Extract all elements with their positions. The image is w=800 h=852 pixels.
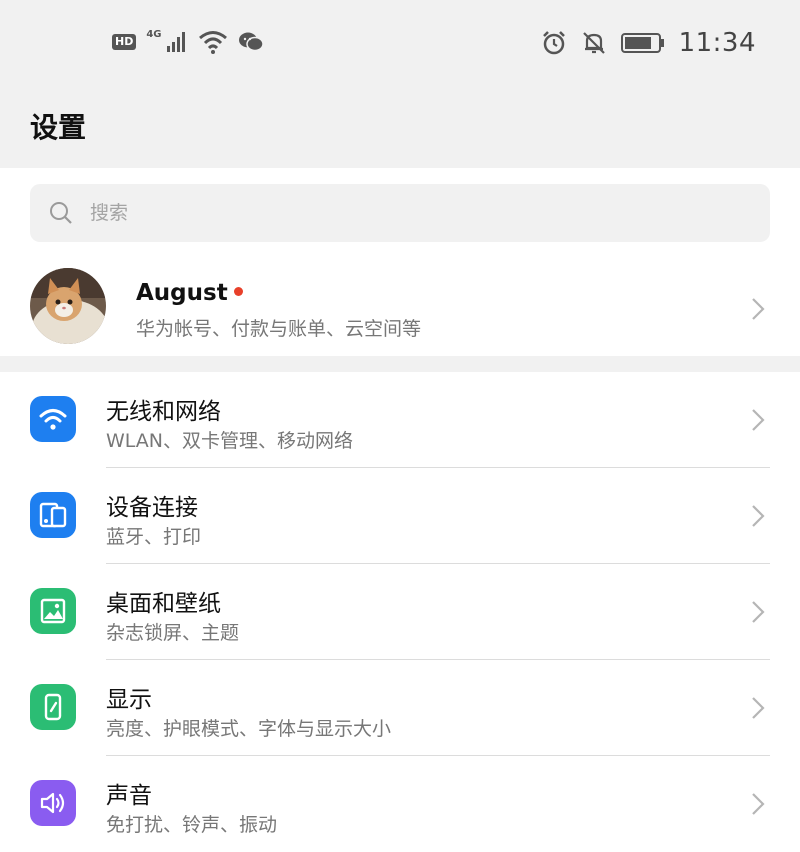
setting-subtitle: WLAN、双卡管理、移动网络 xyxy=(106,430,354,452)
hd-badge: HD xyxy=(112,34,137,50)
setting-sound[interactable]: 声音 免打扰、铃声、振动 xyxy=(0,756,800,852)
notification-dot xyxy=(233,287,243,296)
setting-wireless-network[interactable]: 无线和网络 WLAN、双卡管理、移动网络 xyxy=(0,372,800,468)
settings-list: 无线和网络 WLAN、双卡管理、移动网络 设备连接 蓝牙、打印 桌面和壁纸 杂志… xyxy=(0,372,800,852)
setting-subtitle: 亮度、护眼模式、字体与显示大小 xyxy=(106,718,392,740)
network-type: 4G xyxy=(146,28,162,40)
setting-device-connection[interactable]: 设备连接 蓝牙、打印 xyxy=(0,468,800,564)
account-row[interactable]: August 华为帐号、付款与账单、云空间等 xyxy=(0,262,800,354)
setting-subtitle: 免打扰、铃声、振动 xyxy=(106,814,278,836)
avatar xyxy=(30,268,106,344)
setting-home-wallpaper[interactable]: 桌面和壁纸 杂志锁屏、主题 xyxy=(0,564,800,660)
search-input[interactable] xyxy=(88,201,692,225)
wechat-icon xyxy=(238,32,264,52)
chevron-right-icon xyxy=(752,793,765,815)
wifi-icon xyxy=(30,396,76,442)
setting-title: 设备连接 xyxy=(106,495,198,521)
setting-title: 显示 xyxy=(106,687,152,713)
setting-title: 无线和网络 xyxy=(106,399,221,425)
signal-icon xyxy=(166,32,185,52)
chevron-right-icon xyxy=(752,697,765,719)
setting-subtitle: 杂志锁屏、主题 xyxy=(106,622,240,644)
status-left: HD 4G xyxy=(112,28,264,54)
status-time: 11:34 xyxy=(678,28,756,58)
battery-icon xyxy=(620,33,664,53)
page-title: 设置 xyxy=(30,111,87,144)
section-divider xyxy=(0,356,800,372)
account-name-text: August xyxy=(136,280,228,306)
status-right: 11:34 xyxy=(541,28,756,58)
display-icon xyxy=(30,684,76,730)
wifi-icon xyxy=(198,31,227,54)
search-bar[interactable] xyxy=(30,184,770,242)
header: 设置 xyxy=(0,90,800,168)
chevron-right-icon xyxy=(752,298,765,320)
wallpaper-icon xyxy=(30,588,76,634)
sound-icon xyxy=(30,780,76,826)
alarm-icon xyxy=(542,31,565,55)
search-icon xyxy=(50,202,72,224)
status-bar: HD 4G 11:34 xyxy=(0,0,800,90)
device-connect-icon xyxy=(30,492,76,538)
mute-icon xyxy=(582,32,605,54)
setting-display[interactable]: 显示 亮度、护眼模式、字体与显示大小 xyxy=(0,660,800,756)
account-subtitle: 华为帐号、付款与账单、云空间等 xyxy=(136,318,422,340)
setting-title: 桌面和壁纸 xyxy=(106,591,221,617)
setting-title: 声音 xyxy=(106,783,152,809)
setting-subtitle: 蓝牙、打印 xyxy=(106,526,202,548)
account-name: August xyxy=(136,280,243,306)
chevron-right-icon xyxy=(752,505,765,527)
chevron-right-icon xyxy=(752,409,765,431)
chevron-right-icon xyxy=(752,601,765,623)
